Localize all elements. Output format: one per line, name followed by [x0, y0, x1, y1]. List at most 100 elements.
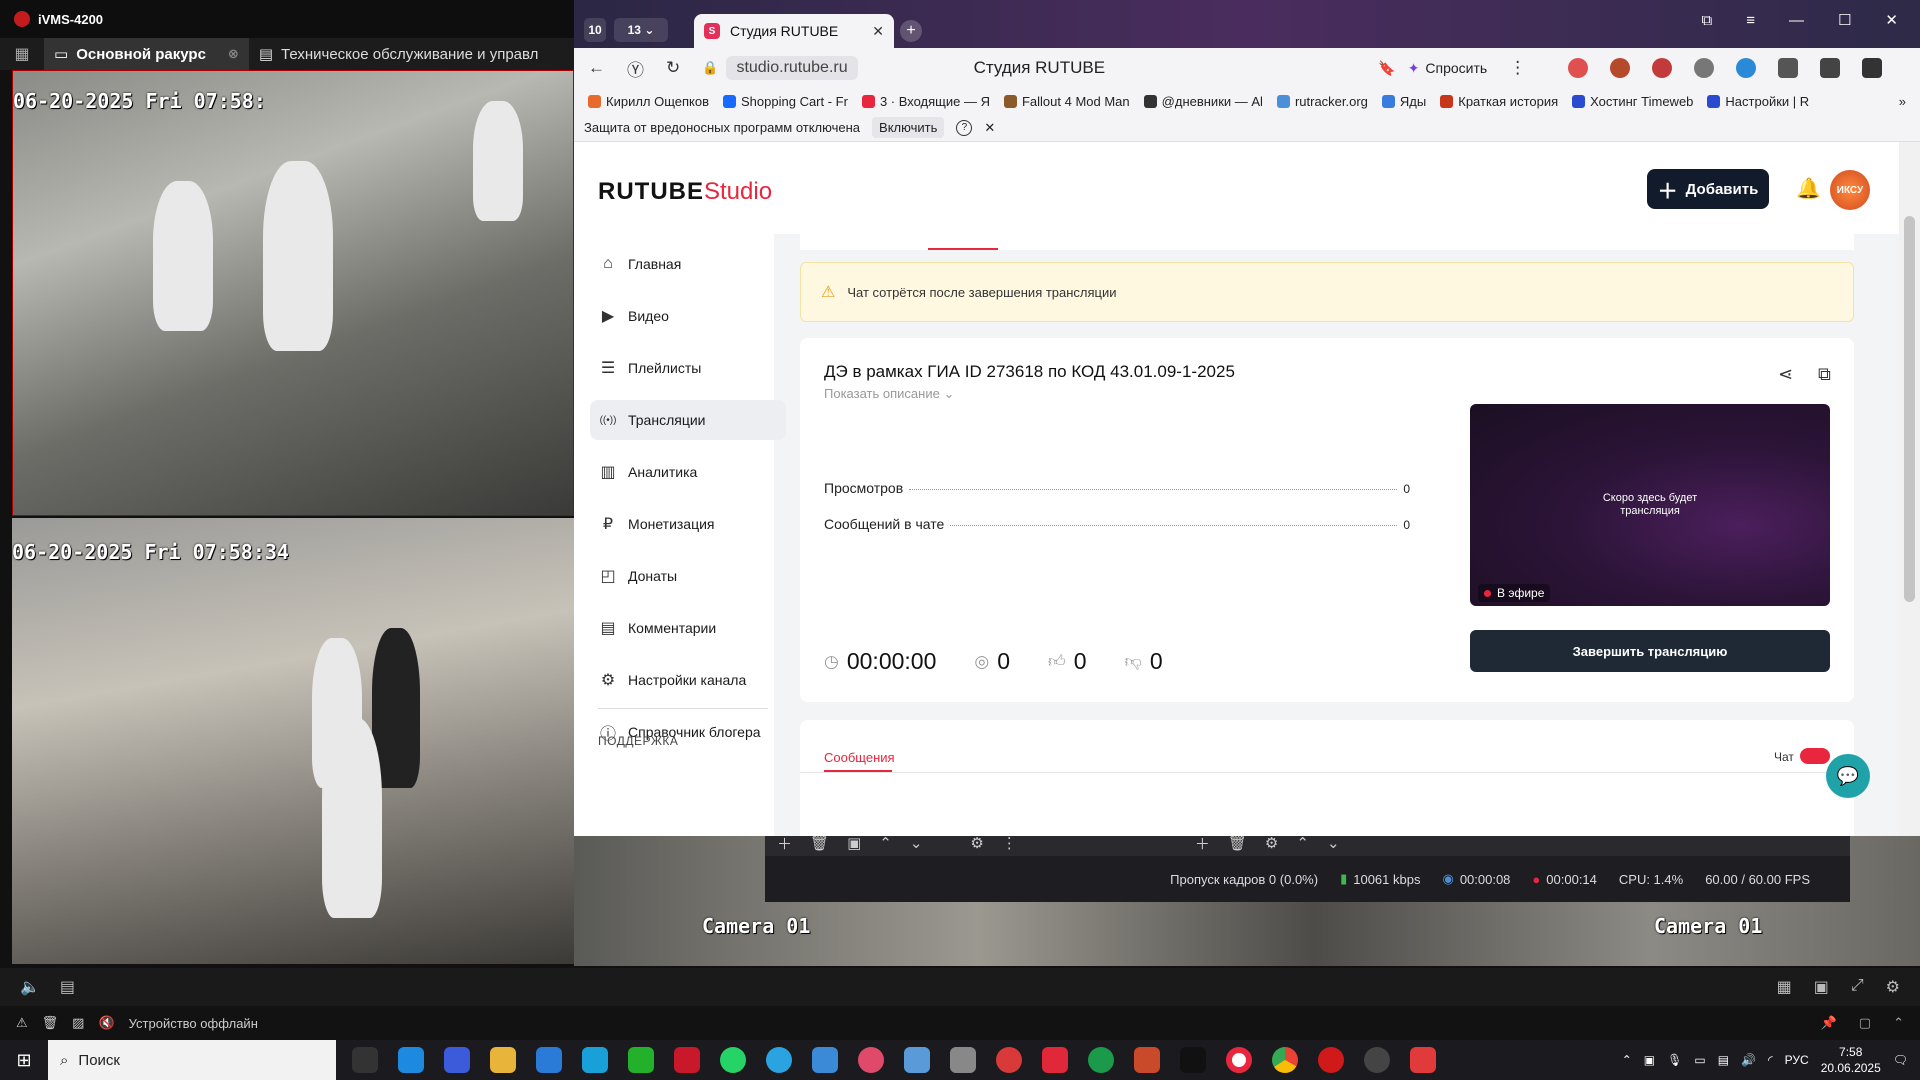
language-indicator[interactable]: РУС — [1785, 1053, 1809, 1067]
fullscreen-icon[interactable]: ⤢ — [1851, 977, 1864, 997]
chat-toggle[interactable] — [1800, 748, 1830, 764]
menu-icon[interactable]: ≡ — [1746, 12, 1755, 29]
taskbar-clock[interactable]: 7:58 20.06.2025 — [1821, 1044, 1881, 1076]
more-vertical-icon[interactable]: ⋮ — [1509, 58, 1526, 78]
scrollbar-thumb[interactable] — [1904, 216, 1915, 602]
notifications-icon[interactable]: 🗨 — [1893, 1053, 1908, 1067]
app-icon[interactable] — [582, 1047, 608, 1073]
address-bar[interactable]: 🔒 studio.rutube.ru Студия RUTUBE — [702, 53, 1392, 83]
bookmark-item[interactable]: Кирилл Ощепков — [588, 94, 709, 109]
sidebar-item-4[interactable]: ▥ Аналитика — [590, 452, 786, 492]
whatsapp-icon[interactable] — [720, 1047, 746, 1073]
bookmark-item[interactable]: 3 · Входящие — Я — [861, 94, 990, 109]
sidebar-item-1[interactable]: ▶ Видео — [590, 296, 786, 336]
telegram-icon[interactable] — [766, 1047, 792, 1073]
chevron-up-icon[interactable]: ⌃ — [879, 834, 892, 852]
yandex-icon[interactable]: Ⓨ — [627, 56, 644, 81]
trash-icon[interactable]: 🗑 — [810, 834, 829, 852]
collapse-icon[interactable]: ⌃ — [1893, 1015, 1904, 1031]
bookmark-item[interactable]: rutracker.org — [1276, 94, 1368, 109]
app-icon[interactable] — [674, 1047, 700, 1073]
collections-icon[interactable] — [1820, 58, 1841, 78]
tiktok-icon[interactable] — [1180, 1047, 1206, 1073]
close-icon[interactable]: ✕ — [984, 120, 995, 136]
bookmark-item[interactable]: Fallout 4 Mod Man — [1003, 94, 1130, 109]
app-icon[interactable] — [444, 1047, 470, 1073]
store-icon[interactable] — [536, 1047, 562, 1073]
bookmark-item[interactable]: Яды — [1381, 94, 1426, 109]
file-explorer-icon[interactable] — [490, 1047, 516, 1073]
show-description-link[interactable]: Показать описание ⌄ — [824, 386, 954, 402]
copy-icon[interactable]: ▣ — [847, 834, 861, 852]
bell-icon[interactable]: 🔔 — [1796, 176, 1821, 201]
app-icon[interactable] — [1042, 1047, 1068, 1073]
sidebar-item-0[interactable]: ⌂ Главная — [590, 244, 786, 284]
new-tab-button[interactable]: + — [900, 20, 922, 42]
ivms-tab-maintenance[interactable]: ▤ Техническое обслуживание и управл — [249, 38, 549, 70]
taskbar-search[interactable]: ⌕ Поиск — [48, 1040, 336, 1080]
extension-icon[interactable] — [1694, 58, 1715, 78]
tab-group-count[interactable]: 10 — [584, 18, 606, 42]
enable-protection-button[interactable]: Включить — [872, 117, 945, 138]
bookmark-item[interactable]: Настройки | R — [1707, 94, 1809, 109]
maximize-icon[interactable]: ☐ — [1838, 11, 1851, 29]
app-icon[interactable] — [398, 1047, 424, 1073]
image-icon[interactable]: ▨ — [72, 1015, 84, 1031]
bookmark-item[interactable]: Хостинг Timeweb — [1572, 94, 1693, 109]
app-icon[interactable] — [858, 1047, 884, 1073]
pin-icon[interactable]: 📌 — [1821, 1015, 1837, 1031]
battery-icon[interactable]: ▭ — [1694, 1053, 1705, 1067]
close-icon[interactable]: ⊗ — [228, 46, 239, 62]
sidebar-item-5[interactable]: ₽ Монетизация — [590, 504, 786, 544]
puzzle-icon[interactable] — [1778, 58, 1799, 78]
more-vertical-icon[interactable]: ⋮ — [1002, 834, 1017, 852]
support-chat-button[interactable]: 💬 — [1826, 754, 1870, 798]
share-icon[interactable]: ⋖ — [1778, 364, 1793, 385]
tab-messages[interactable]: Сообщения — [824, 750, 895, 765]
app-icon[interactable] — [904, 1047, 930, 1073]
layout-icon[interactable]: ▦ — [1777, 977, 1792, 997]
browser-tab-active[interactable]: S Студия RUTUBE ✕ — [694, 14, 894, 48]
tab-group-count[interactable]: 13 ⌄ — [614, 18, 668, 42]
close-icon[interactable]: ✕ — [872, 23, 884, 40]
download-icon[interactable] — [1862, 58, 1883, 78]
external-link-icon[interactable]: ⧉ — [1818, 364, 1831, 385]
trash-icon[interactable]: 🗑 — [42, 1015, 59, 1031]
rutube-studio-logo[interactable]: RUTUBEStudio — [598, 178, 772, 206]
bookmark-panel-icon[interactable]: ⧉ — [1701, 12, 1712, 29]
volume-icon[interactable]: 🔊 — [1741, 1053, 1756, 1067]
mute-icon[interactable]: 🔇 — [98, 1015, 114, 1031]
ask-button[interactable]: ✦ Спросить — [1408, 60, 1488, 77]
reload-icon[interactable]: ↻ — [666, 58, 680, 78]
chevron-down-icon[interactable]: ⌄ — [910, 834, 923, 852]
camera-view-1[interactable]: 06-20-2025 Fri 07:58: — [12, 70, 574, 516]
ivms-tab-main[interactable]: ▭ Основной ракурс ⊗ — [44, 38, 249, 70]
obs-icon[interactable] — [1364, 1047, 1390, 1073]
chevron-up-icon[interactable]: ⌃ — [1296, 834, 1309, 852]
app-icon[interactable] — [1410, 1047, 1436, 1073]
task-view-icon[interactable] — [352, 1047, 378, 1073]
restore-icon[interactable]: ▢ — [1859, 1015, 1871, 1031]
app-icon[interactable] — [1134, 1047, 1160, 1073]
help-icon[interactable]: ? — [956, 119, 973, 136]
trash-icon[interactable]: 🗑 — [1228, 834, 1247, 852]
gear-icon[interactable]: ⚙ — [1265, 834, 1278, 852]
wifi-icon[interactable]: ◜ — [1768, 1053, 1773, 1067]
alert-icon[interactable]: ⚠ — [16, 1015, 28, 1031]
yandex-browser-icon[interactable] — [1226, 1047, 1252, 1073]
finish-stream-button[interactable]: Завершить трансляцию — [1470, 630, 1830, 672]
bookmarks-overflow-icon[interactable]: » — [1899, 94, 1920, 109]
sidebar-item-7[interactable]: ▤ Комментарии — [590, 608, 786, 648]
chrome-icon[interactable] — [1272, 1047, 1298, 1073]
bookmark-item[interactable]: Shopping Cart - Fr — [723, 94, 848, 109]
camera-view-2[interactable]: 06-20-2025 Fri 07:58:34 — [12, 518, 574, 964]
sidebar-item-6[interactable]: ◰ Донаты — [590, 556, 786, 596]
volume-icon[interactable]: 🔈 — [20, 977, 40, 997]
minimize-icon[interactable]: — — [1789, 12, 1804, 29]
extension-icon[interactable] — [1568, 58, 1589, 78]
sidebar-item-8[interactable]: ⚙ Настройки канала — [590, 660, 786, 700]
app-icon[interactable] — [996, 1047, 1022, 1073]
add-button[interactable]: ＋ Добавить — [1647, 169, 1769, 209]
close-icon[interactable]: ✕ — [1885, 11, 1898, 29]
grid-menu-icon[interactable]: ▦ — [0, 44, 44, 64]
